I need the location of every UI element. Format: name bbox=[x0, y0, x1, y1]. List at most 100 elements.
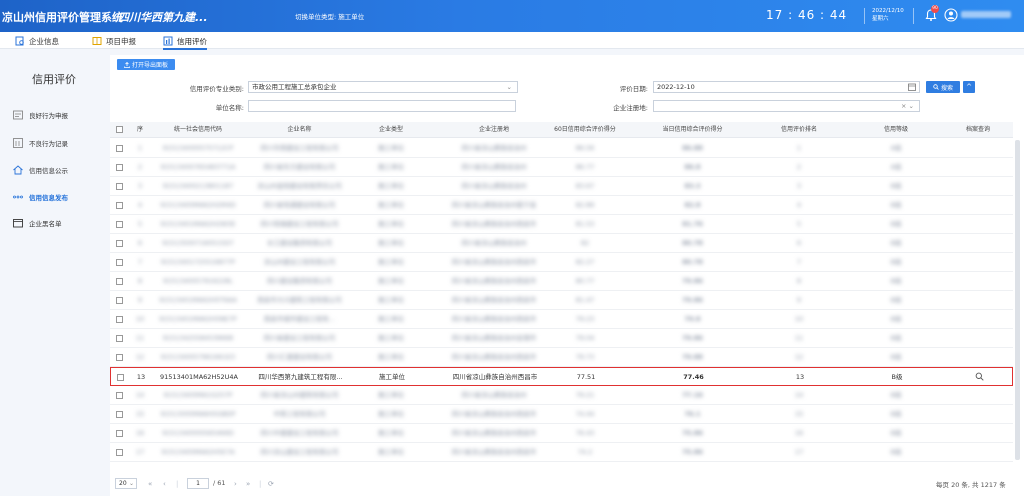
row-checkbox[interactable] bbox=[116, 278, 123, 285]
cell-no: 14 bbox=[135, 391, 145, 399]
table-row[interactable]: 4 91513400MA62H2M4D 四川省恒通建设有限公司 施工单位 四川省凉山彝族… bbox=[110, 196, 1013, 215]
row-checkbox[interactable] bbox=[116, 449, 123, 456]
row-checkbox[interactable] bbox=[116, 335, 123, 342]
search-icon[interactable] bbox=[975, 372, 984, 381]
cell-region: 四川省凉山彝族自治州 bbox=[461, 182, 527, 190]
cell-no: 8 bbox=[137, 277, 143, 285]
cell-rank: 6 bbox=[796, 239, 802, 247]
cell-grade: B级 bbox=[890, 239, 902, 247]
row-checkbox[interactable] bbox=[116, 221, 123, 228]
refresh-icon[interactable]: ⟳ bbox=[268, 480, 274, 488]
row-checkbox[interactable] bbox=[116, 297, 123, 304]
row-checkbox[interactable] bbox=[117, 374, 124, 381]
row-checkbox[interactable] bbox=[116, 164, 123, 171]
vertical-scrollbar[interactable] bbox=[1015, 140, 1020, 460]
table-row[interactable]: 2 91513400765483771A 四川省东方建设有限公司 施工单位 四川省凉山彝… bbox=[110, 158, 1013, 177]
cell-rank: 7 bbox=[796, 258, 802, 266]
table-row[interactable]: 16 9151340000565466D 四川中建建设工程有限公司 施工单位 四川省凉山… bbox=[110, 424, 1013, 443]
cell-grade: B级 bbox=[890, 334, 902, 342]
form-icon bbox=[13, 110, 23, 120]
row-checkbox[interactable] bbox=[116, 316, 123, 323]
row-checkbox[interactable] bbox=[116, 430, 123, 437]
page-size-value: 20 bbox=[119, 480, 127, 487]
table-row[interactable]: 10 91513401MA62H5NE7P 西昌市城市建设工程有... 施工单位 四川省… bbox=[110, 310, 1013, 329]
sidebar-item-credit-release[interactable]: 信用信息发布 bbox=[12, 191, 68, 203]
current-page-input[interactable]: 1 bbox=[187, 478, 209, 489]
row-checkbox[interactable] bbox=[116, 411, 123, 418]
last-page-icon[interactable]: » bbox=[246, 480, 250, 488]
folder-icon bbox=[13, 219, 23, 228]
tab-credit-evaluation[interactable]: 信用评价 bbox=[163, 34, 207, 50]
table-row[interactable]: 14 91513400MA1G257P 四川省凉山州建筑有限公司 施工单位 四川省凉山彝… bbox=[110, 386, 1013, 405]
row-checkbox[interactable] bbox=[116, 240, 123, 247]
sidebar-item-credit-publicity[interactable]: 信用信息公示 bbox=[12, 164, 68, 176]
module-tabs: 企业信息 项目申报 信用评价 bbox=[0, 32, 1024, 50]
cell-region: 四川省凉山彝族自治州西昌市 bbox=[451, 429, 537, 437]
sidebar-title: 信用评价 bbox=[32, 73, 76, 86]
cell-score-today: 77.16 bbox=[682, 391, 703, 399]
select-all-checkbox[interactable] bbox=[116, 126, 123, 133]
row-checkbox[interactable] bbox=[116, 259, 123, 266]
cell-company-type: 施工单位 bbox=[378, 315, 404, 323]
row-checkbox[interactable] bbox=[116, 145, 123, 152]
category-select[interactable]: 市政公用工程施工总承包企业 ⌄ bbox=[248, 81, 518, 93]
cell-rank: 1 bbox=[796, 144, 802, 152]
user-icon[interactable] bbox=[944, 8, 958, 22]
cell-company-name: 四川中建建设工程有限公司 bbox=[260, 429, 339, 437]
tab-project-declare[interactable]: 项目申报 bbox=[92, 34, 136, 48]
next-page-icon[interactable]: › bbox=[234, 480, 237, 488]
company-name[interactable]: 四川华西第九建... bbox=[118, 9, 208, 25]
sidebar-item-blacklist[interactable]: 企业黑名单 bbox=[12, 217, 62, 229]
cell-company-type: 施工单位 bbox=[378, 258, 404, 266]
export-panel-button[interactable]: 打开导出面板 bbox=[117, 59, 175, 70]
row-checkbox[interactable] bbox=[116, 202, 123, 209]
date-picker[interactable]: 2022-12-10 bbox=[653, 81, 920, 93]
unit-type-switch[interactable]: 切换单位类型: 施工单位 bbox=[295, 11, 364, 21]
table-row[interactable]: 1 915134000575712CP 四川华西建设工程有限公司 施工单位 四川省凉山彝… bbox=[110, 139, 1013, 158]
row-checkbox[interactable] bbox=[116, 392, 123, 399]
table-row-selected[interactable]: 13 91513401MA62H52U4A 四川华西第九建筑工程有限... 施工单位 四… bbox=[110, 367, 1013, 386]
row-checkbox[interactable] bbox=[116, 183, 123, 190]
sidebar-item-good-behavior[interactable]: 良好行为申报 bbox=[12, 109, 68, 121]
region-select[interactable]: × ⌄ bbox=[653, 100, 920, 112]
table-row[interactable]: 9 91513401MA62H5T6AA 西昌市大兴建筑工程有限公司 施工单位 四川省凉… bbox=[110, 291, 1013, 310]
cell-company-name: 中铁工程有限公司 bbox=[273, 410, 326, 418]
user-name-blurred[interactable] bbox=[961, 11, 1011, 18]
cell-grade: B级 bbox=[890, 182, 902, 190]
cell-company-type: 施工单位 bbox=[378, 391, 404, 399]
cell-rank: 13 bbox=[795, 373, 805, 381]
cell-score-60: 74.2 bbox=[577, 448, 593, 456]
cell-score-60: 76.43 bbox=[575, 429, 595, 437]
table-row[interactable]: 11 91513425584539668 四川省建设工程有限公司 施工单位 四川省凉山彝… bbox=[110, 329, 1013, 348]
table-row[interactable]: 15 91513000MA6H5GBDP 中铁工程有限公司 施工单位 四川省凉山彝族自治… bbox=[110, 405, 1013, 424]
cell-no: 2 bbox=[137, 163, 143, 171]
cell-company-type: 施工单位 bbox=[378, 353, 404, 361]
table-row[interactable]: 12 9151340057961661E3 四川汇建建设有限公司 施工单位 四川省凉山彝… bbox=[110, 348, 1013, 367]
first-page-icon[interactable]: « bbox=[148, 480, 152, 488]
table-row[interactable]: 5 91513401MA62H2W3E 四川恒瑞建设工程有限公司 施工单位 四川省凉山彝… bbox=[110, 215, 1013, 234]
cell-score-60: 82.89 bbox=[575, 201, 595, 209]
collapse-filter-button[interactable]: ^ bbox=[963, 81, 975, 93]
table-row[interactable]: 8 9151340057916228L 四川建设集团有限公司 施工单位 四川省凉山彝族自… bbox=[110, 272, 1013, 291]
cell-no: 1 bbox=[137, 144, 143, 152]
row-checkbox[interactable] bbox=[116, 354, 123, 361]
cell-score-60: 79.73 bbox=[575, 353, 595, 361]
header-bar: 凉山州信用评价管理系统 四川华西第九建... 切换单位类型: 施工单位 17 :… bbox=[0, 0, 1024, 32]
table-row[interactable]: 6 915135007160515D7 长江建设集团有限公司 施工单位 四川省凉山彝族自… bbox=[110, 234, 1013, 253]
date-display: 2022/12/10 星期六 bbox=[872, 7, 904, 23]
cell-score-today: 82.8 bbox=[684, 201, 701, 209]
prev-page-icon[interactable]: ‹ bbox=[163, 480, 166, 488]
company-name-input[interactable] bbox=[248, 100, 516, 112]
page-size-select[interactable]: 20 ⌄ bbox=[115, 478, 137, 489]
tab-enterprise-info[interactable]: 企业信息 bbox=[15, 34, 59, 48]
cell-score-60: 74.44 bbox=[575, 410, 595, 418]
cell-credit-code: 91513401725516877P bbox=[160, 258, 236, 266]
search-button[interactable]: 搜索 bbox=[926, 81, 960, 93]
table-row[interactable]: 3 91513400213801187 凉山州金阳建设有限责任公司 施工单位 四川省凉山… bbox=[110, 177, 1013, 196]
sidebar-item-bad-behavior[interactable]: 不良行为记录 bbox=[12, 137, 68, 149]
cell-no: 3 bbox=[137, 182, 143, 190]
export-label: 打开导出面板 bbox=[131, 62, 168, 69]
table-row[interactable]: 17 91513400MA62H5E7A 四川凉山建设工程有限公司 施工单位 四川省凉山… bbox=[110, 443, 1013, 462]
cell-grade: B级 bbox=[890, 277, 902, 285]
table-row[interactable]: 7 91513401725516877P 凉山州建设工程有限公司 施工单位 四川省凉山彝… bbox=[110, 253, 1013, 272]
